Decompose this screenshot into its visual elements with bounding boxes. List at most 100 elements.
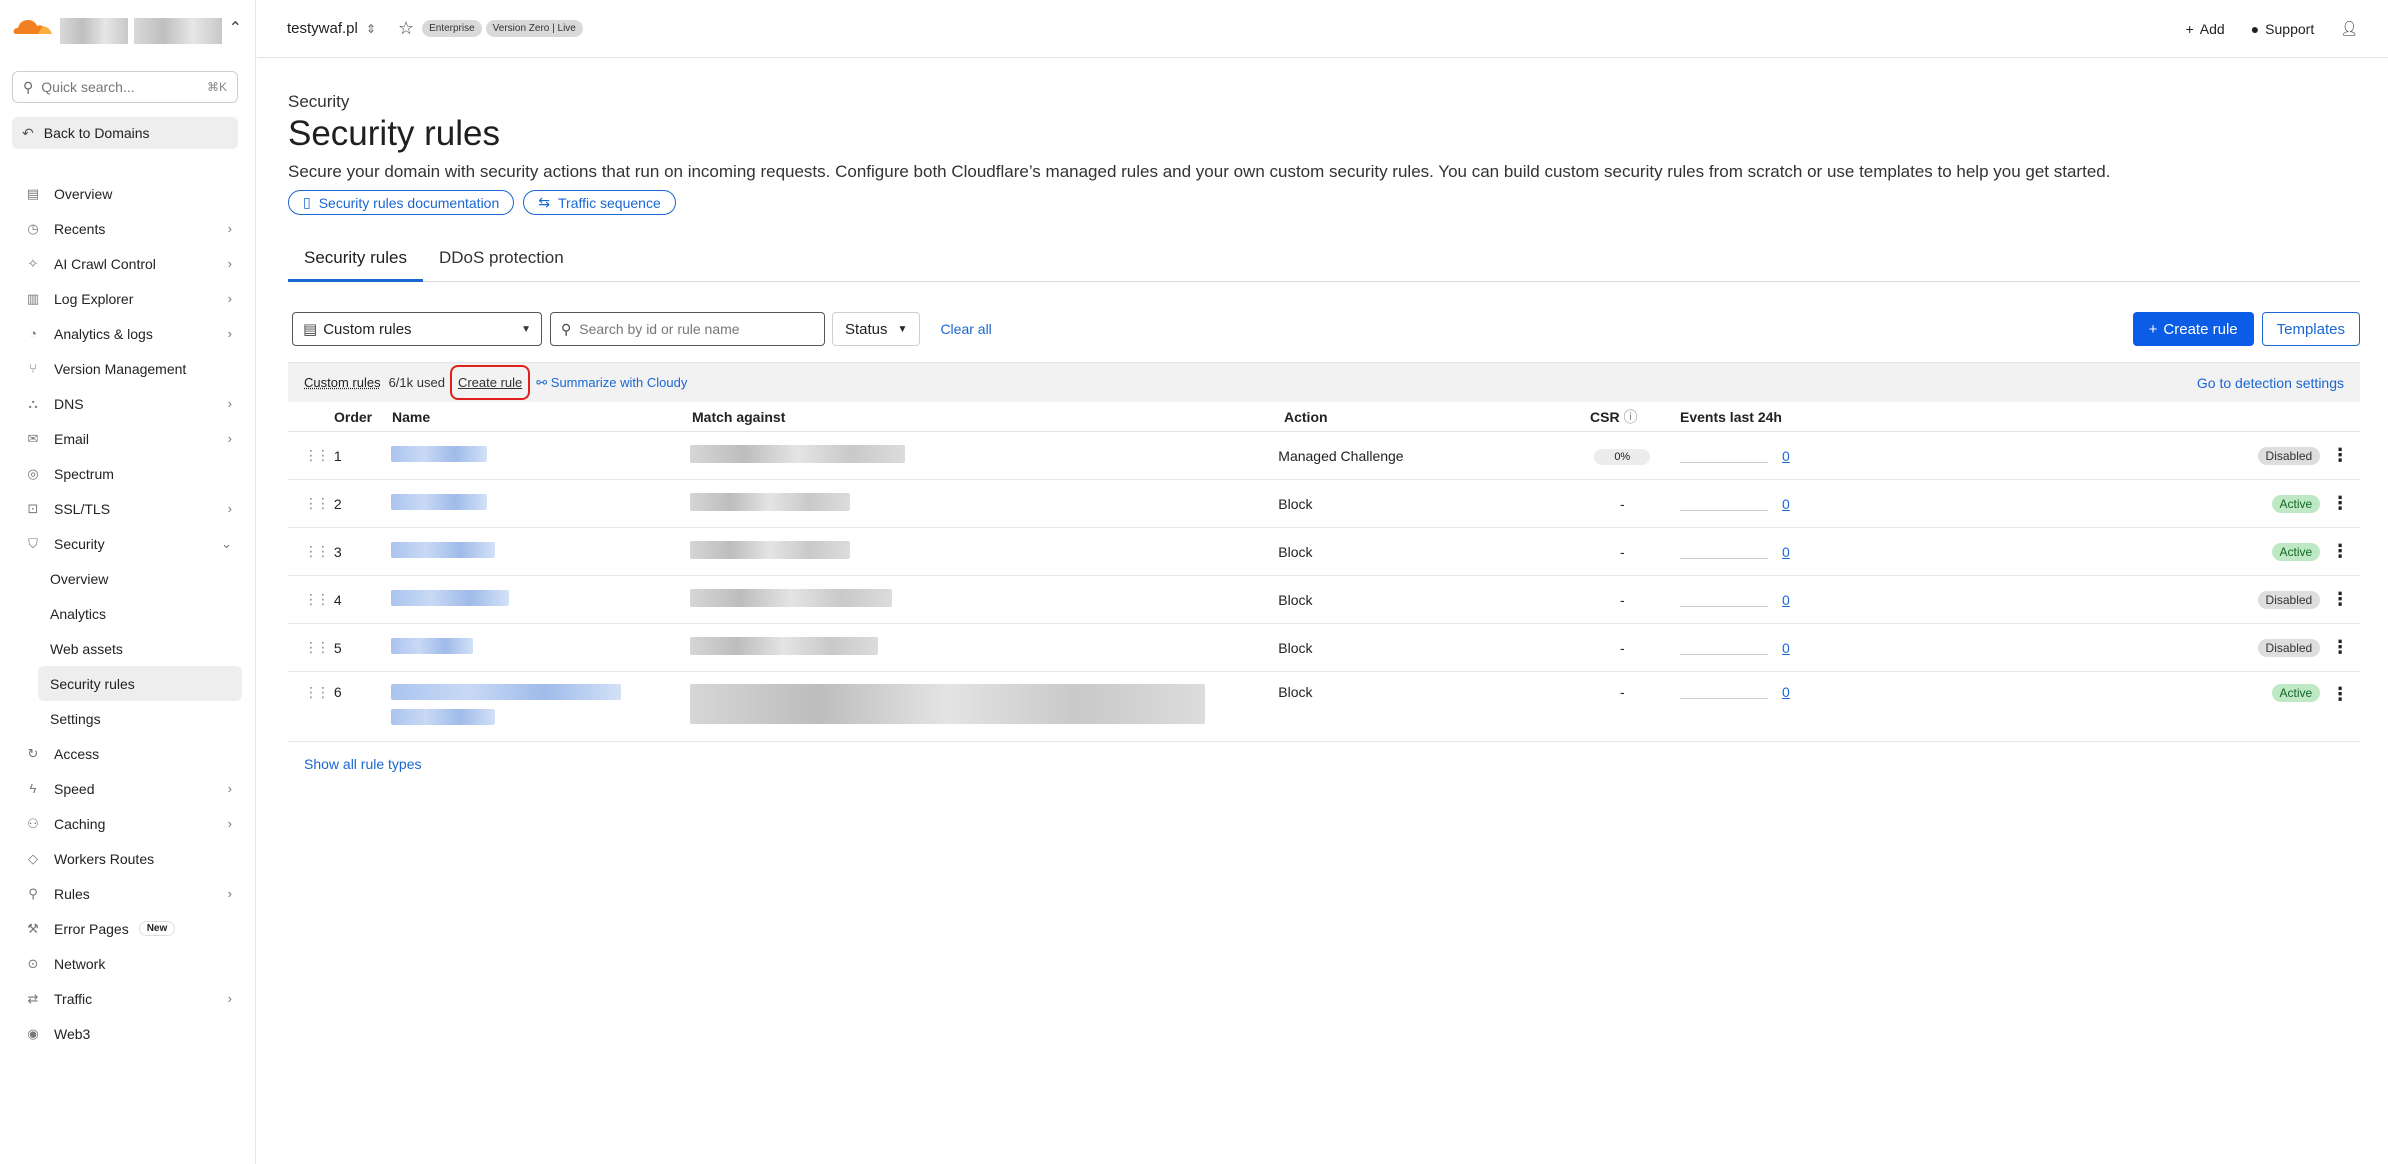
- sidebar-subitem-overview[interactable]: Overview: [12, 561, 242, 596]
- info-icon[interactable]: ⓘ: [1623, 409, 1637, 425]
- sidebar-item-overview[interactable]: ▤ Overview: [12, 176, 242, 211]
- sidebar-item-spectrum[interactable]: ◎ Spectrum: [12, 456, 242, 491]
- events-count-link[interactable]: 0: [1782, 544, 1790, 560]
- lock-icon: ⊡: [27, 500, 39, 516]
- sidebar-item-label: Email: [54, 430, 90, 447]
- sidebar-item-security[interactable]: ⛉ Security ⌄: [12, 526, 242, 561]
- status-filter[interactable]: Status ▼: [832, 312, 921, 346]
- status-badge: Active: [2271, 542, 2321, 561]
- back-to-domains-button[interactable]: ↶ Back to Domains: [12, 117, 238, 149]
- kebab-menu-icon[interactable]: ⋮: [2320, 445, 2360, 466]
- sidebar-item-log-explorer[interactable]: ▥ Log Explorer ›: [12, 281, 242, 316]
- rule-name-redacted[interactable]: [391, 638, 689, 657]
- sidebar-item-traffic[interactable]: ⇄ Traffic ›: [12, 981, 242, 1016]
- kebab-menu-icon[interactable]: ⋮: [2320, 493, 2360, 514]
- table-row[interactable]: ⋮⋮ 1 Managed Challenge 0% 0 Disabled ⋮: [288, 432, 2360, 480]
- rule-action: Block: [1278, 639, 1313, 656]
- drag-handle-icon[interactable]: ⋮⋮: [288, 543, 334, 560]
- table-row[interactable]: ⋮⋮ 2 Block - 0 Active ⋮: [288, 480, 2360, 528]
- rule-events: 0: [1672, 684, 2189, 700]
- table-row[interactable]: ⋮⋮ 3 Block - 0 Active ⋮: [288, 528, 2360, 576]
- templates-button[interactable]: Templates: [2261, 312, 2360, 346]
- sidebar-item-email[interactable]: ✉ Email ›: [12, 421, 242, 456]
- sidebar-item-error-pages[interactable]: ⚒ Error Pages New: [12, 911, 242, 946]
- docs-link[interactable]: ▯ Security rules documentation: [288, 190, 515, 215]
- table-row[interactable]: ⋮⋮ 6 Block - 0 Active ⋮: [288, 672, 2360, 742]
- rule-order: 2: [333, 495, 342, 512]
- events-count-link[interactable]: 0: [1782, 592, 1790, 608]
- drag-handle-icon[interactable]: ⋮⋮: [288, 639, 334, 656]
- sidebar-subitem-security-rules[interactable]: Security rules: [38, 666, 242, 701]
- sidebar-item-speed[interactable]: ϟ Speed ›: [12, 771, 242, 806]
- sidebar-item-dns[interactable]: ⛬ DNS ›: [12, 386, 242, 421]
- sidebar-item-label: Recents: [54, 220, 106, 237]
- table-row[interactable]: ⋮⋮ 5 Block - 0 Disabled ⋮: [288, 624, 2360, 672]
- rule-order: 4: [333, 591, 342, 608]
- sidebar-item-web3[interactable]: ◉ Web3: [12, 1016, 242, 1051]
- clear-all-link[interactable]: Clear all: [940, 321, 991, 337]
- sidebar-item-analytics-logs[interactable]: ◔ Analytics & logs ›: [12, 316, 242, 351]
- sidebar-subitem-web-assets[interactable]: Web assets: [12, 631, 242, 666]
- spectrum-icon: ◎: [27, 465, 39, 481]
- summarize-link[interactable]: ⚯ Summarize with Cloudy: [536, 375, 687, 391]
- sidebar-item-ssl-tls[interactable]: ⊡ SSL/TLS ›: [12, 491, 242, 526]
- rule-events: 0: [1672, 592, 2189, 608]
- sidebar-item-label: Version Management: [54, 360, 187, 377]
- traffic-sequence-link[interactable]: ⇆ Traffic sequence: [523, 190, 676, 215]
- drag-handle-icon[interactable]: ⋮⋮: [288, 495, 334, 512]
- sidebar-subitem-settings[interactable]: Settings: [12, 701, 242, 736]
- kebab-menu-icon[interactable]: ⋮: [2320, 589, 2360, 610]
- drag-handle-icon[interactable]: ⋮⋮: [288, 684, 334, 701]
- sidebar-item-caching[interactable]: ⚇ Caching ›: [12, 806, 242, 841]
- tab-ddos-protection[interactable]: DDoS protection: [423, 244, 580, 282]
- quick-search-input[interactable]: ⚲ Quick search... ⌘K: [12, 71, 238, 103]
- drag-handle-icon[interactable]: ⋮⋮: [288, 591, 334, 608]
- sidebar-item-rules[interactable]: ⚲ Rules ›: [12, 876, 242, 911]
- switch-account-icon[interactable]: ⌃: [229, 18, 242, 38]
- account-switcher[interactable]: ⌃: [12, 10, 242, 46]
- show-all-rule-types-link[interactable]: Show all rule types: [304, 756, 422, 772]
- rule-name-redacted[interactable]: [391, 494, 689, 513]
- sidebar-item-recents[interactable]: ◷ Recents ›: [12, 211, 242, 246]
- events-count-link[interactable]: 0: [1782, 684, 1790, 700]
- events-count-link[interactable]: 0: [1782, 640, 1790, 656]
- create-rule-link[interactable]: Create rule: [458, 375, 522, 390]
- rule-type-select[interactable]: ▤ Custom rules ▼: [292, 312, 542, 346]
- events-count-link[interactable]: 0: [1782, 496, 1790, 512]
- add-button[interactable]: + Add: [2186, 21, 2225, 37]
- rule-name-redacted[interactable]: [391, 446, 689, 465]
- sidebar-subitem-analytics[interactable]: Analytics: [12, 596, 242, 631]
- domain-selector[interactable]: testywaf.pl ⇕: [287, 20, 376, 37]
- status-filter-label: Status: [845, 320, 888, 338]
- rule-search-input[interactable]: ⚲ Search by id or rule name: [550, 312, 825, 346]
- sidebar-item-ai-crawl-control[interactable]: ✧ AI Crawl Control ›: [12, 246, 242, 281]
- events-count-link[interactable]: 0: [1782, 448, 1790, 464]
- drag-handle-icon[interactable]: ⋮⋮: [288, 447, 334, 464]
- quick-search-placeholder: Quick search...: [41, 79, 135, 95]
- sidebar-item-network[interactable]: ⊙ Network: [12, 946, 242, 981]
- kebab-menu-icon[interactable]: ⋮: [2320, 541, 2360, 562]
- kebab-menu-icon[interactable]: ⋮: [2320, 684, 2360, 705]
- mail-icon: ✉: [27, 430, 39, 446]
- detection-settings-link[interactable]: Go to detection settings: [2197, 375, 2344, 391]
- sidebar-item-access[interactable]: ↻ Access: [12, 736, 242, 771]
- rule-name-redacted[interactable]: [391, 542, 689, 561]
- rule-name-redacted[interactable]: [391, 590, 689, 609]
- star-icon[interactable]: ☆: [398, 18, 414, 39]
- user-avatar-icon[interactable]: 👤︎: [2340, 20, 2358, 37]
- support-button[interactable]: ● Support: [2251, 21, 2315, 37]
- sidebar-item-label: Web assets: [50, 640, 123, 657]
- sidebar-item-version-management[interactable]: ⑂ Version Management: [12, 351, 242, 386]
- sidebar-item-workers-routes[interactable]: ◇ Workers Routes: [12, 841, 242, 876]
- table-row[interactable]: ⋮⋮ 4 Block - 0 Disabled ⋮: [288, 576, 2360, 624]
- create-rule-label: Create rule: [2163, 320, 2238, 338]
- rule-name-redacted[interactable]: [391, 684, 689, 728]
- custom-rules-label[interactable]: Custom rules: [304, 375, 381, 390]
- search-placeholder: Search by id or rule name: [579, 321, 740, 337]
- version-badge[interactable]: Version Zero | Live: [485, 20, 583, 37]
- kebab-menu-icon[interactable]: ⋮: [2320, 637, 2360, 658]
- create-rule-button[interactable]: + Create rule: [2132, 312, 2254, 346]
- top-bar: testywaf.pl ⇕ ☆ Enterprise Version Zero |…: [257, 0, 2388, 58]
- pin-icon: ⊙: [27, 955, 39, 971]
- tab-security-rules[interactable]: Security rules: [288, 244, 423, 282]
